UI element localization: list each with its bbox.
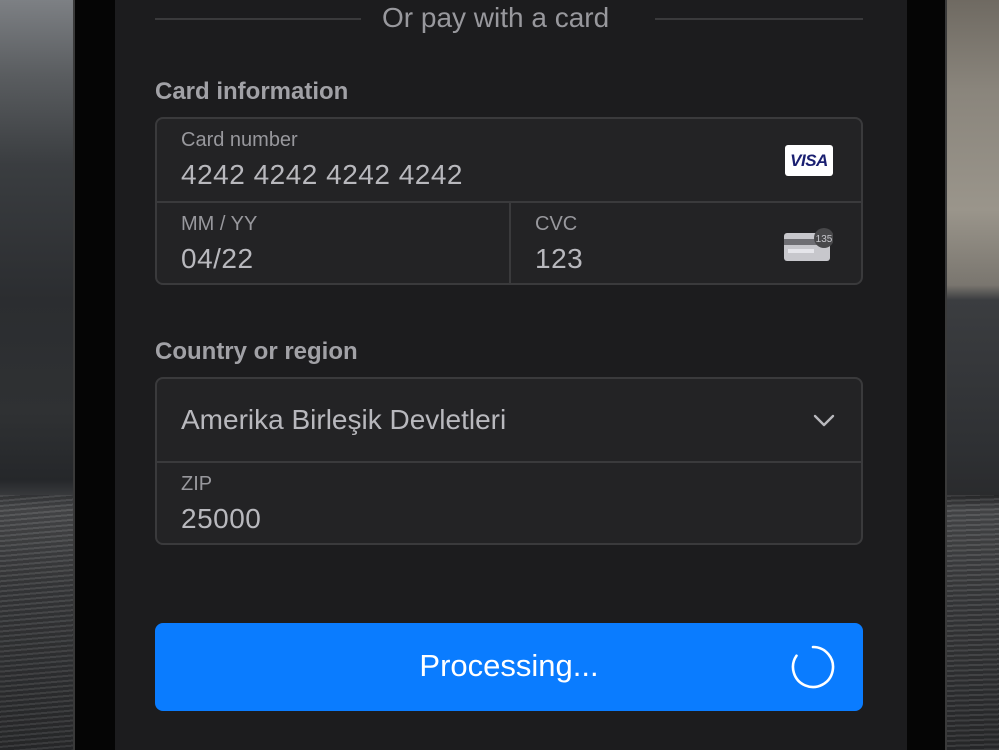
card-number-input[interactable]: 4242 4242 4242 4242 [181,159,463,191]
cvc-label: CVC [535,213,578,235]
country-selected-value: Amerika Birleşik Devletleri [181,404,507,435]
card-information-heading: Card information [155,78,349,105]
spinner-icon [791,645,835,689]
visa-icon: VISA [785,145,833,176]
card-number-field[interactable]: Card number 4242 4242 4242 4242 VISA [157,119,861,201]
card-cvc-icon: 135 [784,228,833,261]
divider-text: Or pay with a card [382,2,610,33]
pay-button-label: Processing... [419,648,599,683]
background-scenery-right [944,0,999,750]
expiry-field[interactable]: MM / YY 04/22 [157,203,511,283]
pay-button[interactable]: Processing... [155,623,863,711]
background-scenery-left [0,0,75,750]
divider-line-left [155,18,361,20]
zip-field[interactable]: ZIP 25000 [157,461,861,543]
country-select[interactable]: Amerika Birleşik Devletleri [157,379,861,461]
address-fields-group: Amerika Birleşik Devletleri ZIP 25000 [155,377,863,545]
expiry-label: MM / YY [181,213,258,235]
card-fields-group: Card number 4242 4242 4242 4242 VISA MM … [155,117,863,285]
cvc-field[interactable]: CVC 123 135 [511,203,861,283]
country-region-heading: Country or region [155,338,358,365]
zip-input[interactable]: 25000 [181,503,261,535]
chevron-down-icon[interactable] [813,409,835,431]
cvc-input[interactable]: 123 [535,243,583,275]
card-number-label: Card number [181,129,298,151]
zip-label: ZIP [181,473,213,495]
cvc-icon-text: 135 [816,234,833,245]
expiry-cvc-row: MM / YY 04/22 CVC 123 135 [157,201,861,283]
divider-line-right [655,18,863,20]
expiry-input[interactable]: 04/22 [181,243,254,275]
pay-with-card-divider: Or pay with a card [155,0,863,38]
